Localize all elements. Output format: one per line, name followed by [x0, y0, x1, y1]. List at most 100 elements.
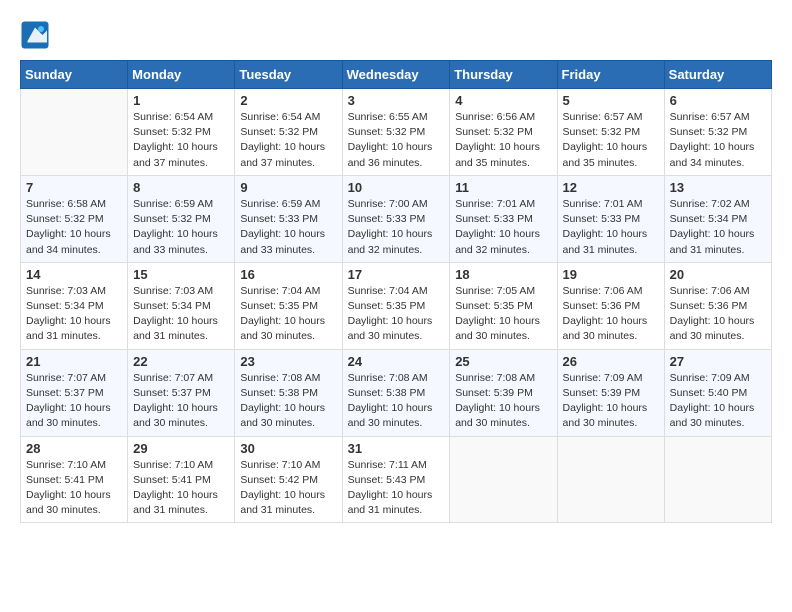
- day-info: Sunrise: 7:01 AM Sunset: 5:33 PM Dayligh…: [563, 197, 659, 258]
- day-info: Sunrise: 7:03 AM Sunset: 5:34 PM Dayligh…: [26, 284, 122, 345]
- calendar-cell: 13 Sunrise: 7:02 AM Sunset: 5:34 PM Dayli…: [664, 175, 771, 262]
- calendar-cell: 11 Sunrise: 7:01 AM Sunset: 5:33 PM Dayli…: [450, 175, 557, 262]
- day-info: Sunrise: 7:08 AM Sunset: 5:38 PM Dayligh…: [240, 371, 336, 432]
- calendar-cell: 3Sunrise: 6:55 AM Sunset: 5:32 PM Daylig…: [342, 89, 450, 176]
- calendar-cell: 26 Sunrise: 7:09 AM Sunset: 5:39 PM Dayli…: [557, 349, 664, 436]
- day-info: Sunrise: 7:09 AM Sunset: 5:40 PM Dayligh…: [670, 371, 766, 432]
- day-info: Sunrise: 7:04 AM Sunset: 5:35 PM Dayligh…: [240, 284, 336, 345]
- weekday-header-saturday: Saturday: [664, 61, 771, 89]
- calendar-cell: 28 Sunrise: 7:10 AM Sunset: 5:41 PM Dayli…: [21, 436, 128, 523]
- day-info: Sunrise: 7:10 AM Sunset: 5:42 PM Dayligh…: [240, 458, 336, 519]
- day-info: Sunrise: 7:10 AM Sunset: 5:41 PM Dayligh…: [26, 458, 122, 519]
- weekday-header-thursday: Thursday: [450, 61, 557, 89]
- day-info: Sunrise: 6:57 AM Sunset: 5:32 PM Dayligh…: [670, 110, 766, 171]
- calendar-cell: [21, 89, 128, 176]
- header: [20, 20, 772, 50]
- day-info: Sunrise: 7:08 AM Sunset: 5:39 PM Dayligh…: [455, 371, 551, 432]
- day-number: 16: [240, 267, 336, 282]
- calendar-cell: 17 Sunrise: 7:04 AM Sunset: 5:35 PM Dayli…: [342, 262, 450, 349]
- day-info: Sunrise: 7:02 AM Sunset: 5:34 PM Dayligh…: [670, 197, 766, 258]
- calendar-cell: 4Sunrise: 6:56 AM Sunset: 5:32 PM Daylig…: [450, 89, 557, 176]
- day-number: 28: [26, 441, 122, 456]
- week-row-1: 1 Sunrise: 6:54 AM Sunset: 5:32 PM Daylig…: [21, 89, 772, 176]
- day-number: 10: [348, 180, 445, 195]
- day-info: Sunrise: 7:09 AM Sunset: 5:39 PM Dayligh…: [563, 371, 659, 432]
- calendar-cell: 23Sunrise: 7:08 AM Sunset: 5:38 PM Dayli…: [235, 349, 342, 436]
- day-info: Sunrise: 6:57 AM Sunset: 5:32 PM Dayligh…: [563, 110, 659, 171]
- day-number: 20: [670, 267, 766, 282]
- calendar-cell: 19Sunrise: 7:06 AM Sunset: 5:36 PM Dayli…: [557, 262, 664, 349]
- day-number: 13: [670, 180, 766, 195]
- day-number: 27: [670, 354, 766, 369]
- day-info: Sunrise: 6:58 AM Sunset: 5:32 PM Dayligh…: [26, 197, 122, 258]
- weekday-header-wednesday: Wednesday: [342, 61, 450, 89]
- day-number: 2: [240, 93, 336, 108]
- logo-icon: [20, 20, 50, 50]
- week-row-5: 28 Sunrise: 7:10 AM Sunset: 5:41 PM Dayli…: [21, 436, 772, 523]
- day-info: Sunrise: 6:55 AM Sunset: 5:32 PM Dayligh…: [348, 110, 445, 171]
- calendar-cell: 5 Sunrise: 6:57 AM Sunset: 5:32 PM Daylig…: [557, 89, 664, 176]
- calendar-cell: 25 Sunrise: 7:08 AM Sunset: 5:39 PM Dayli…: [450, 349, 557, 436]
- logo: [20, 20, 54, 50]
- weekday-header-monday: Monday: [128, 61, 235, 89]
- weekday-header-tuesday: Tuesday: [235, 61, 342, 89]
- day-info: Sunrise: 7:11 AM Sunset: 5:43 PM Dayligh…: [348, 458, 445, 519]
- day-number: 22: [133, 354, 229, 369]
- calendar-cell: [450, 436, 557, 523]
- weekday-header-friday: Friday: [557, 61, 664, 89]
- day-info: Sunrise: 7:01 AM Sunset: 5:33 PM Dayligh…: [455, 197, 551, 258]
- week-row-2: 7Sunrise: 6:58 AM Sunset: 5:32 PM Daylig…: [21, 175, 772, 262]
- day-info: Sunrise: 7:03 AM Sunset: 5:34 PM Dayligh…: [133, 284, 229, 345]
- weekday-header-sunday: Sunday: [21, 61, 128, 89]
- calendar-cell: 6 Sunrise: 6:57 AM Sunset: 5:32 PM Daylig…: [664, 89, 771, 176]
- day-number: 5: [563, 93, 659, 108]
- day-number: 8: [133, 180, 229, 195]
- day-number: 6: [670, 93, 766, 108]
- calendar-cell: 22Sunrise: 7:07 AM Sunset: 5:37 PM Dayli…: [128, 349, 235, 436]
- calendar-cell: 10Sunrise: 7:00 AM Sunset: 5:33 PM Dayli…: [342, 175, 450, 262]
- day-info: Sunrise: 7:05 AM Sunset: 5:35 PM Dayligh…: [455, 284, 551, 345]
- day-info: Sunrise: 7:10 AM Sunset: 5:41 PM Dayligh…: [133, 458, 229, 519]
- calendar-cell: 30 Sunrise: 7:10 AM Sunset: 5:42 PM Dayli…: [235, 436, 342, 523]
- day-info: Sunrise: 7:06 AM Sunset: 5:36 PM Dayligh…: [670, 284, 766, 345]
- day-number: 17: [348, 267, 445, 282]
- calendar-cell: 18 Sunrise: 7:05 AM Sunset: 5:35 PM Dayli…: [450, 262, 557, 349]
- calendar-cell: 8 Sunrise: 6:59 AM Sunset: 5:32 PM Daylig…: [128, 175, 235, 262]
- calendar-table: SundayMondayTuesdayWednesdayThursdayFrid…: [20, 60, 772, 523]
- day-number: 15: [133, 267, 229, 282]
- calendar-cell: 12Sunrise: 7:01 AM Sunset: 5:33 PM Dayli…: [557, 175, 664, 262]
- calendar-cell: 2 Sunrise: 6:54 AM Sunset: 5:32 PM Daylig…: [235, 89, 342, 176]
- day-number: 9: [240, 180, 336, 195]
- day-number: 30: [240, 441, 336, 456]
- calendar-cell: 14 Sunrise: 7:03 AM Sunset: 5:34 PM Dayli…: [21, 262, 128, 349]
- calendar-cell: 27 Sunrise: 7:09 AM Sunset: 5:40 PM Dayli…: [664, 349, 771, 436]
- day-info: Sunrise: 6:59 AM Sunset: 5:33 PM Dayligh…: [240, 197, 336, 258]
- calendar-cell: [664, 436, 771, 523]
- calendar-cell: 15 Sunrise: 7:03 AM Sunset: 5:34 PM Dayli…: [128, 262, 235, 349]
- calendar-cell: 7Sunrise: 6:58 AM Sunset: 5:32 PM Daylig…: [21, 175, 128, 262]
- day-info: Sunrise: 6:54 AM Sunset: 5:32 PM Dayligh…: [133, 110, 229, 171]
- calendar-cell: 31Sunrise: 7:11 AM Sunset: 5:43 PM Dayli…: [342, 436, 450, 523]
- day-info: Sunrise: 7:06 AM Sunset: 5:36 PM Dayligh…: [563, 284, 659, 345]
- calendar-cell: 1 Sunrise: 6:54 AM Sunset: 5:32 PM Daylig…: [128, 89, 235, 176]
- day-number: 4: [455, 93, 551, 108]
- week-row-4: 21 Sunrise: 7:07 AM Sunset: 5:37 PM Dayli…: [21, 349, 772, 436]
- day-info: Sunrise: 7:04 AM Sunset: 5:35 PM Dayligh…: [348, 284, 445, 345]
- day-number: 26: [563, 354, 659, 369]
- day-info: Sunrise: 6:59 AM Sunset: 5:32 PM Dayligh…: [133, 197, 229, 258]
- day-number: 1: [133, 93, 229, 108]
- week-row-3: 14 Sunrise: 7:03 AM Sunset: 5:34 PM Dayli…: [21, 262, 772, 349]
- day-number: 14: [26, 267, 122, 282]
- day-number: 29: [133, 441, 229, 456]
- day-number: 25: [455, 354, 551, 369]
- day-number: 24: [348, 354, 445, 369]
- calendar-cell: 24Sunrise: 7:08 AM Sunset: 5:38 PM Dayli…: [342, 349, 450, 436]
- day-number: 11: [455, 180, 551, 195]
- day-number: 21: [26, 354, 122, 369]
- calendar-cell: [557, 436, 664, 523]
- calendar-cell: 16 Sunrise: 7:04 AM Sunset: 5:35 PM Dayli…: [235, 262, 342, 349]
- day-number: 18: [455, 267, 551, 282]
- calendar-cell: 21 Sunrise: 7:07 AM Sunset: 5:37 PM Dayli…: [21, 349, 128, 436]
- day-info: Sunrise: 7:07 AM Sunset: 5:37 PM Dayligh…: [26, 371, 122, 432]
- day-info: Sunrise: 6:54 AM Sunset: 5:32 PM Dayligh…: [240, 110, 336, 171]
